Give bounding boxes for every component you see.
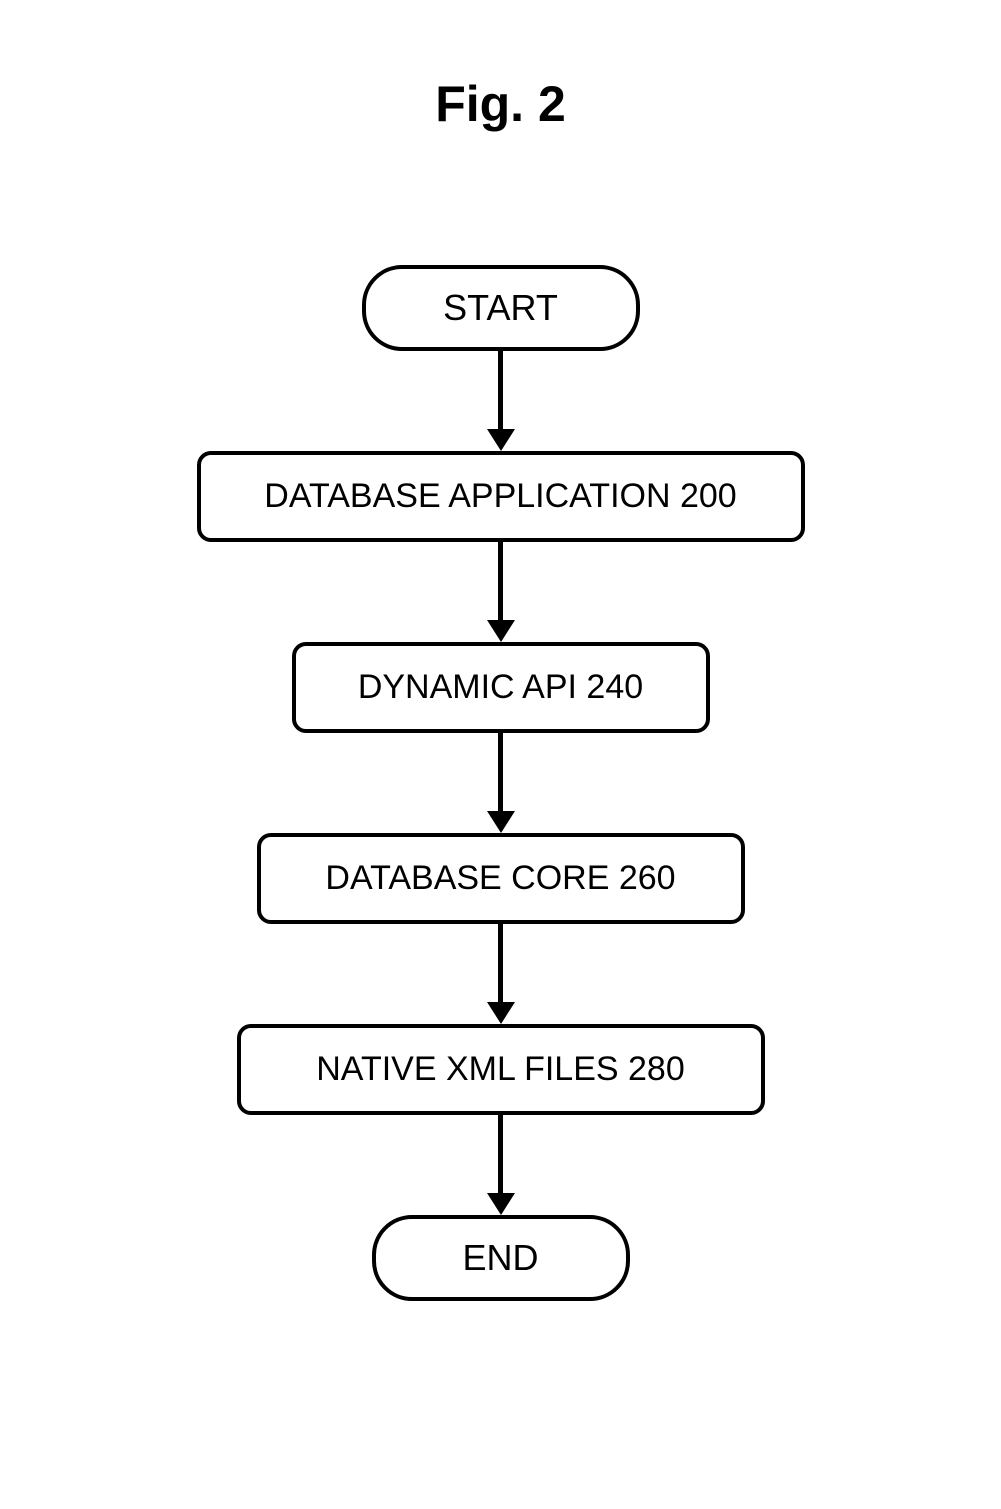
arrow-down-icon	[487, 733, 515, 833]
arrow-down-icon	[487, 1115, 515, 1215]
arrow-down-icon	[487, 351, 515, 451]
process-database-core: DATABASE CORE 260	[257, 833, 745, 924]
diagram-container: Fig. 2 START DATABASE APPLICATION 200 DY…	[0, 0, 1001, 1509]
figure-title: Fig. 2	[0, 75, 1001, 133]
arrow-down-icon	[487, 924, 515, 1024]
flowchart: START DATABASE APPLICATION 200 DYNAMIC A…	[0, 265, 1001, 1301]
process-database-application: DATABASE APPLICATION 200	[197, 451, 805, 542]
process-dynamic-api: DYNAMIC API 240	[292, 642, 710, 733]
process-native-xml-files: NATIVE XML FILES 280	[237, 1024, 765, 1115]
start-terminal: START	[362, 265, 640, 351]
end-terminal: END	[372, 1215, 630, 1301]
arrow-down-icon	[487, 542, 515, 642]
